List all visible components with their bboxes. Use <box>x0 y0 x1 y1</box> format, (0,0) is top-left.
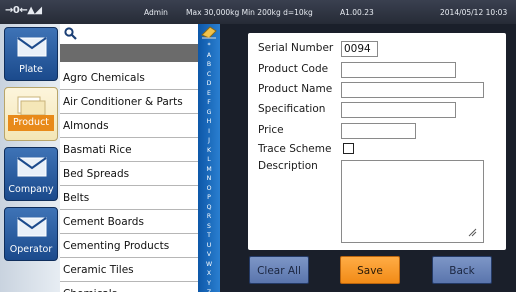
search-icon[interactable] <box>64 27 77 40</box>
alpha-letter[interactable]: D <box>198 80 220 88</box>
description-textarea[interactable] <box>341 160 484 243</box>
nav-operator-label: Operator <box>9 244 53 255</box>
alpha-letter[interactable]: V <box>198 251 220 259</box>
nav-product-label: Product <box>8 115 54 131</box>
search-input[interactable] <box>60 44 198 62</box>
list-item[interactable]: Chemicals <box>60 282 198 292</box>
alpha-letter[interactable]: K <box>198 147 220 155</box>
back-button[interactable]: Back <box>432 256 492 284</box>
alpha-letter[interactable]: P <box>198 194 220 202</box>
alpha-letter[interactable]: T <box>198 232 220 240</box>
clear-all-button[interactable]: Clear All <box>249 256 309 284</box>
alpha-letter[interactable]: R <box>198 213 220 221</box>
product-code-field[interactable] <box>341 62 456 78</box>
list-item[interactable]: Belts <box>60 186 198 210</box>
product-code-label: Product Code <box>258 63 329 75</box>
alpha-letter[interactable]: J <box>198 137 220 145</box>
resize-handle-icon[interactable] <box>468 228 477 237</box>
serial-field[interactable]: 0094 <box>341 41 378 57</box>
alpha-letter[interactable]: C <box>198 71 220 79</box>
zero-indicator: →0←▲◢ <box>5 5 42 16</box>
envelope-icon <box>17 157 47 177</box>
alpha-letter[interactable]: N <box>198 175 220 183</box>
list-item[interactable]: Ceramic Tiles <box>60 258 198 282</box>
alpha-letter[interactable]: H <box>198 118 220 126</box>
user-label: Admin <box>144 8 168 17</box>
alpha-letter[interactable]: B <box>198 61 220 69</box>
eraser-icon[interactable] <box>200 25 218 39</box>
alpha-letter[interactable]: G <box>198 109 220 117</box>
alpha-letter[interactable]: E <box>198 90 220 98</box>
nav-operator[interactable]: Operator <box>4 207 58 261</box>
envelope-icon <box>17 37 47 57</box>
list-item[interactable]: Basmati Rice <box>60 138 198 162</box>
alpha-letter[interactable]: * <box>198 42 220 50</box>
envelope-icon <box>17 217 47 237</box>
alpha-letter[interactable]: Y <box>198 280 220 288</box>
save-button[interactable]: Save <box>340 256 400 284</box>
alpha-letter[interactable]: A <box>198 52 220 60</box>
product-name-label: Product Name <box>258 83 333 95</box>
nav-plate[interactable]: Plate <box>4 27 58 81</box>
nav-plate-label: Plate <box>19 64 43 75</box>
datetime-label: 2014/05/12 10:03 <box>440 8 508 17</box>
alpha-letter[interactable]: Q <box>198 204 220 212</box>
alpha-letter[interactable]: U <box>198 242 220 250</box>
product-name-field[interactable] <box>341 82 484 98</box>
list-item[interactable]: Air Conditioner & Parts <box>60 90 198 114</box>
list-item[interactable]: Cement Boards <box>60 210 198 234</box>
nav-company[interactable]: Company <box>4 147 58 201</box>
alpha-letter[interactable]: F <box>198 99 220 107</box>
trace-scheme-label: Trace Scheme <box>258 143 332 155</box>
serial-label: Serial Number <box>258 42 334 54</box>
specification-field[interactable] <box>341 102 456 118</box>
product-list-panel: Agro Chemicals Air Conditioner & Parts A… <box>60 24 198 292</box>
list-item[interactable]: Agro Chemicals <box>60 66 198 90</box>
search-row <box>60 24 198 44</box>
alpha-letter[interactable]: I <box>198 128 220 136</box>
alpha-index-bar[interactable]: *ABCDEFGHIJKLMNOPQRSTUVWXYZ <box>198 24 220 292</box>
specification-label: Specification <box>258 103 326 115</box>
alpha-letter[interactable]: W <box>198 261 220 269</box>
price-field[interactable] <box>341 123 416 139</box>
trace-scheme-checkbox[interactable] <box>343 143 354 154</box>
alpha-letter[interactable]: X <box>198 270 220 278</box>
price-label: Price <box>258 124 284 136</box>
side-nav: Plate Product Company Operator <box>0 24 60 292</box>
list-item[interactable]: Almonds <box>60 114 198 138</box>
nav-company-label: Company <box>8 184 54 195</box>
alpha-letter[interactable]: S <box>198 223 220 231</box>
folder-icon <box>17 96 46 116</box>
nav-product[interactable]: Product <box>4 87 58 141</box>
product-form: Serial Number 0094 Product Code Product … <box>248 33 506 250</box>
description-label: Description <box>258 160 318 172</box>
alpha-letter[interactable]: M <box>198 166 220 174</box>
version-label: A1.00.23 <box>340 8 374 17</box>
alpha-letter[interactable]: O <box>198 185 220 193</box>
alpha-letter[interactable]: L <box>198 156 220 164</box>
list-item[interactable]: Bed Spreads <box>60 162 198 186</box>
list-item[interactable]: Cementing Products <box>60 234 198 258</box>
scale-info: Max 30,000kg Min 200kg d=10kg <box>186 8 313 17</box>
status-bar: →0←▲◢ Admin Max 30,000kg Min 200kg d=10k… <box>0 0 516 24</box>
